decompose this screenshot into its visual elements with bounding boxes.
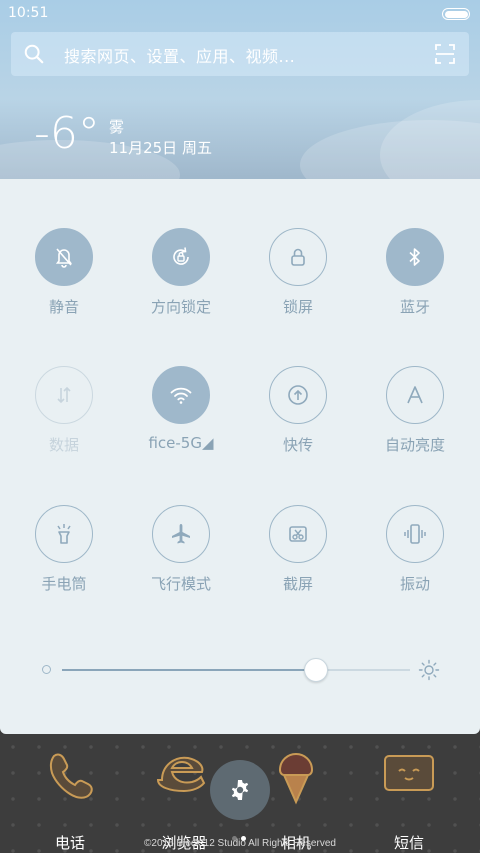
brightness-track[interactable]: [62, 669, 410, 671]
lock-icon: [269, 228, 327, 286]
toggle-rotation-lock-label: 方向锁定: [150, 298, 211, 316]
rotation-lock-icon: [152, 228, 210, 286]
phone-icon: [49, 753, 93, 799]
toggle-screenshot[interactable]: 截屏: [243, 505, 353, 615]
toggle-airplane-mode[interactable]: 飞行模式: [126, 505, 236, 615]
search-placeholder: 搜索网页、设置、应用、视频...: [64, 47, 296, 66]
camera-icon: [278, 752, 314, 805]
screenshot-icon: [269, 505, 327, 563]
airplane-icon: [152, 505, 210, 563]
auto-brightness-icon: [386, 366, 444, 424]
toggle-mute[interactable]: 静音: [9, 228, 119, 338]
status-time: 10:51: [8, 5, 49, 21]
toggle-wifi-label: fice-5G◢: [148, 434, 214, 452]
toggle-airplane-mode-label: 飞行模式: [150, 575, 211, 593]
flashlight-icon: [35, 505, 93, 563]
wallpaper-cloud: [380, 100, 480, 180]
dock-app-phone[interactable]: 电话: [15, 746, 125, 852]
copyright-text: ©2016 Block 12 Studio All Rights Reserve…: [144, 838, 336, 849]
brightness-min-icon: [42, 665, 51, 674]
weather-temperature: -6°: [34, 108, 100, 159]
toggle-vibrate[interactable]: 振动: [360, 505, 470, 615]
vibrate-icon: [386, 505, 444, 563]
toggle-lock-screen-label: 锁屏: [282, 298, 313, 316]
wifi-icon: [152, 366, 210, 424]
messages-icon: [384, 755, 434, 791]
toggle-mobile-data-label: 数据: [48, 436, 79, 454]
bluetooth-icon: [386, 228, 444, 286]
mobile-data-icon: [35, 366, 93, 424]
toggle-flashlight-label: 手电筒: [41, 575, 87, 593]
toggle-quick-share-label: 快传: [282, 436, 313, 454]
toggle-screenshot-label: 截屏: [282, 575, 313, 593]
toggle-wifi[interactable]: fice-5G◢: [126, 366, 236, 476]
control-center-panel: 静音 方向锁定 锁屏 蓝牙 数据 fice-5G◢ 快传 自动亮度 手电筒 飞行…: [0, 179, 480, 734]
toggle-lock-screen[interactable]: 锁屏: [243, 228, 353, 338]
toggle-mute-label: 静音: [48, 298, 79, 316]
scan-icon[interactable]: [435, 44, 455, 64]
status-bar: 10:51: [0, 0, 480, 28]
gear-icon: [231, 780, 249, 800]
brightness-slider[interactable]: [40, 658, 440, 682]
toggle-quick-share[interactable]: 快传: [243, 366, 353, 476]
bell-off-icon: [35, 228, 93, 286]
brightness-thumb[interactable]: [304, 658, 328, 682]
dock-app-messages[interactable]: 短信: [354, 746, 464, 852]
sun-icon: [418, 659, 440, 681]
toggle-flashlight[interactable]: 手电筒: [9, 505, 119, 615]
toggle-mobile-data[interactable]: 数据: [9, 366, 119, 476]
weather-date: 11月25日 周五: [109, 139, 212, 157]
toggle-vibrate-label: 振动: [399, 575, 430, 593]
settings-button[interactable]: [210, 760, 270, 820]
search-icon: [24, 44, 44, 64]
toggle-auto-brightness[interactable]: 自动亮度: [360, 366, 470, 476]
share-upload-icon: [269, 366, 327, 424]
toggle-rotation-lock[interactable]: 方向锁定: [126, 228, 236, 338]
brightness-fill: [62, 669, 316, 671]
toggle-bluetooth[interactable]: 蓝牙: [360, 228, 470, 338]
weather-condition: 雾: [109, 118, 125, 136]
battery-icon: [442, 8, 470, 20]
search-bar[interactable]: 搜索网页、设置、应用、视频...: [11, 32, 469, 76]
browser-icon: [156, 756, 206, 793]
toggle-bluetooth-label: 蓝牙: [399, 298, 430, 316]
toggle-auto-brightness-label: 自动亮度: [384, 436, 445, 454]
